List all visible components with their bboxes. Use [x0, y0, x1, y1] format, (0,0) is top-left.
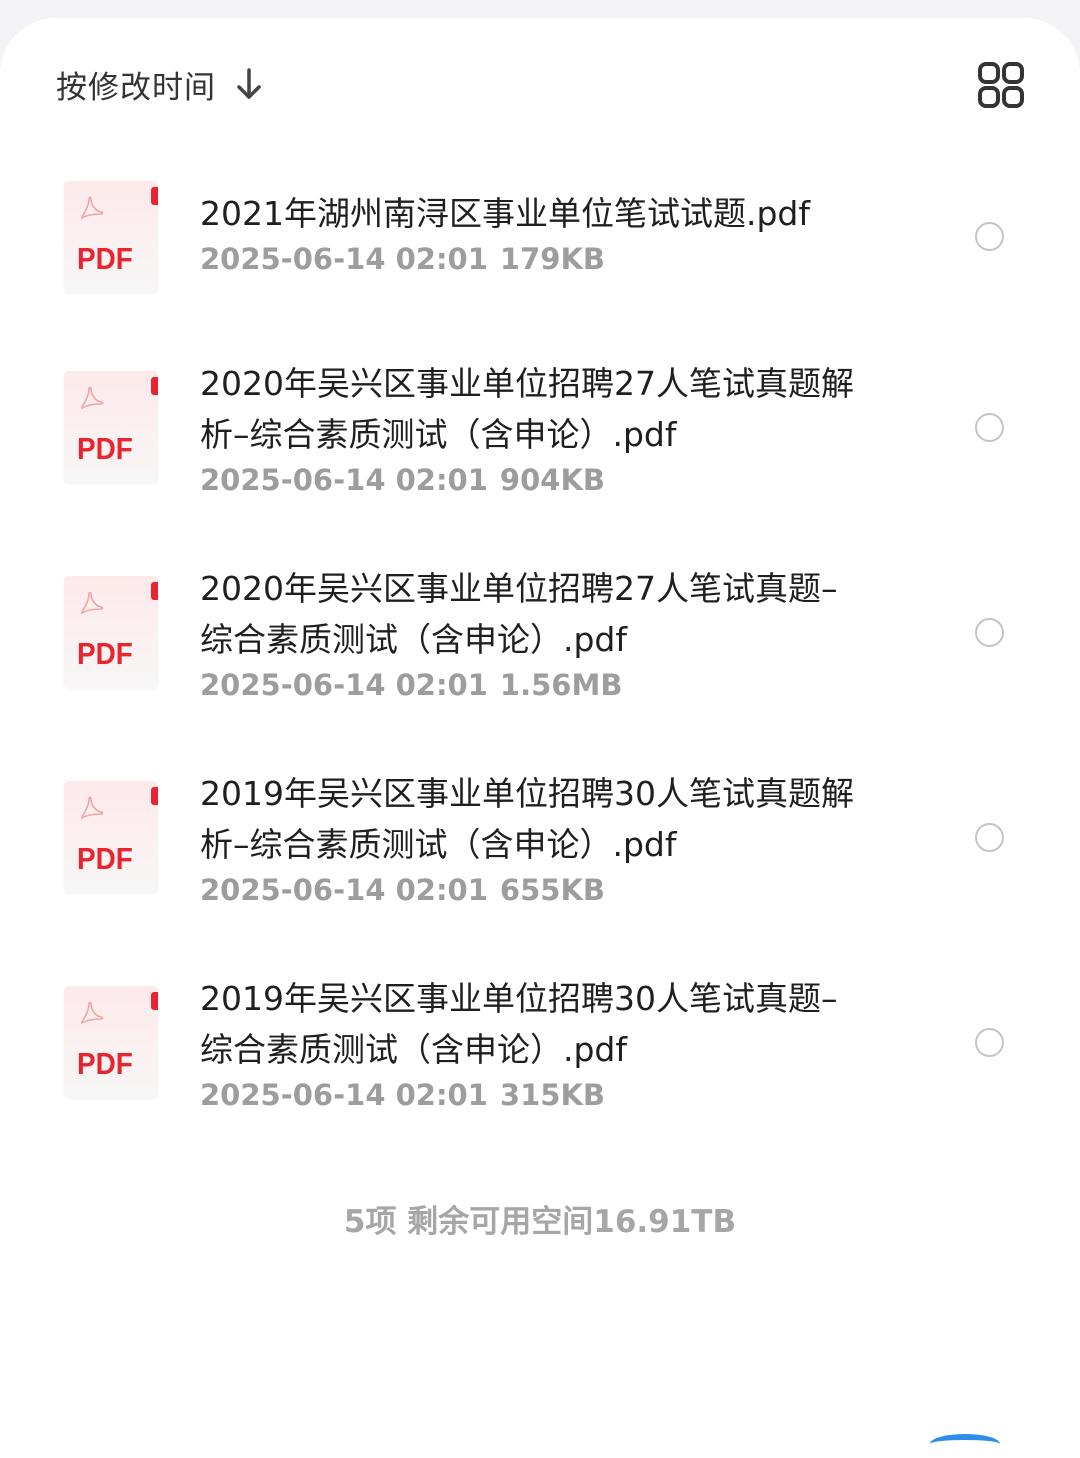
- acrobat-logo-icon: [81, 591, 104, 615]
- file-row[interactable]: PDF 2021年湖州南浔区事业单位笔试试题.pdf 2025-06-14 02…: [0, 160, 1080, 310]
- file-meta: 2025-06-14 02:01 655KB: [200, 870, 860, 910]
- arrow-down-icon: [237, 68, 261, 99]
- pdf-file-icon: PDF: [64, 781, 158, 893]
- pdf-file-icon: PDF: [64, 371, 158, 483]
- file-datetime: 2025-06-14 02:01: [200, 242, 488, 276]
- file-info: 2019年吴兴区事业单位招聘30人笔试真题解析–综合素质测试（含申论）.pdf …: [200, 768, 860, 910]
- file-row[interactable]: PDF 2019年吴兴区事业单位招聘30人笔试真题–综合素质测试（含申论）.pd…: [0, 965, 1080, 1125]
- pdf-corner-mark: [151, 377, 158, 395]
- select-radio[interactable]: [975, 618, 1004, 647]
- file-size: 315KB: [499, 1078, 606, 1112]
- file-datetime: 2025-06-14 02:01: [200, 668, 488, 702]
- pdf-label: PDF: [77, 241, 133, 276]
- select-radio[interactable]: [975, 222, 1004, 251]
- pdf-file-icon: PDF: [64, 986, 158, 1098]
- acrobat-logo-icon: [81, 796, 104, 820]
- file-info: 2020年吴兴区事业单位招聘27人笔试真题–综合素质测试（含申论）.pdf 20…: [200, 563, 860, 705]
- acrobat-logo-icon: [81, 386, 104, 410]
- file-meta: 2025-06-14 02:01 904KB: [200, 460, 860, 500]
- file-meta: 2025-06-14 02:01 179KB: [200, 239, 860, 279]
- pdf-corner-mark: [151, 187, 158, 205]
- pdf-corner-mark: [151, 992, 158, 1010]
- floating-action-button-edge[interactable]: [930, 1434, 1000, 1454]
- acrobat-logo-icon: [81, 196, 104, 220]
- pdf-label: PDF: [77, 841, 133, 876]
- storage-summary: 5项 剩余可用空间16.91TB: [343, 1204, 737, 1240]
- file-datetime: 2025-06-14 02:01: [200, 873, 488, 907]
- file-name: 2020年吴兴区事业单位招聘27人笔试真题–综合素质测试（含申论）.pdf: [200, 569, 838, 659]
- file-row[interactable]: PDF 2020年吴兴区事业单位招聘27人笔试真题解析–综合素质测试（含申论）.…: [0, 350, 1080, 510]
- file-meta: 2025-06-14 02:01 315KB: [200, 1075, 860, 1115]
- pdf-corner-mark: [151, 787, 158, 805]
- file-size: 179KB: [499, 242, 606, 276]
- sort-by-modified-time-button[interactable]: 按修改时间: [56, 62, 264, 106]
- pdf-label: PDF: [77, 636, 133, 671]
- file-name: 2020年吴兴区事业单位招聘27人笔试真题解析–综合素质测试（含申论）.pdf: [200, 364, 854, 454]
- pdf-file-icon: PDF: [64, 181, 158, 293]
- file-info: 2020年吴兴区事业单位招聘27人笔试真题解析–综合素质测试（含申论）.pdf …: [200, 358, 860, 500]
- grid-view-icon[interactable]: [978, 62, 1024, 108]
- file-meta: 2025-06-14 02:01 1.56MB: [200, 665, 860, 705]
- acrobat-logo-icon: [81, 1001, 104, 1025]
- file-name: 2019年吴兴区事业单位招聘30人笔试真题解析–综合素质测试（含申论）.pdf: [200, 774, 854, 864]
- toolbar: 按修改时间: [56, 62, 1024, 142]
- file-size: 904KB: [499, 463, 606, 497]
- sort-label: 按修改时间: [56, 69, 216, 106]
- select-radio[interactable]: [975, 1028, 1004, 1057]
- select-radio[interactable]: [975, 823, 1004, 852]
- file-info: 2019年吴兴区事业单位招聘30人笔试真题–综合素质测试（含申论）.pdf 20…: [200, 973, 860, 1115]
- file-name: 2021年湖州南浔区事业单位笔试试题.pdf: [200, 194, 810, 233]
- file-size: 655KB: [499, 873, 606, 907]
- file-datetime: 2025-06-14 02:01: [200, 1078, 488, 1112]
- file-row[interactable]: PDF 2020年吴兴区事业单位招聘27人笔试真题–综合素质测试（含申论）.pd…: [0, 555, 1080, 715]
- file-info: 2021年湖州南浔区事业单位笔试试题.pdf 2025-06-14 02:01 1…: [200, 188, 860, 279]
- file-size: 1.56MB: [499, 668, 623, 702]
- select-radio[interactable]: [975, 413, 1004, 442]
- pdf-label: PDF: [77, 1046, 133, 1081]
- file-name: 2019年吴兴区事业单位招聘30人笔试真题–综合素质测试（含申论）.pdf: [200, 979, 838, 1069]
- file-row[interactable]: PDF 2019年吴兴区事业单位招聘30人笔试真题解析–综合素质测试（含申论）.…: [0, 760, 1080, 920]
- pdf-file-icon: PDF: [64, 576, 158, 688]
- file-datetime: 2025-06-14 02:01: [200, 463, 488, 497]
- pdf-label: PDF: [77, 431, 133, 466]
- pdf-corner-mark: [151, 582, 158, 600]
